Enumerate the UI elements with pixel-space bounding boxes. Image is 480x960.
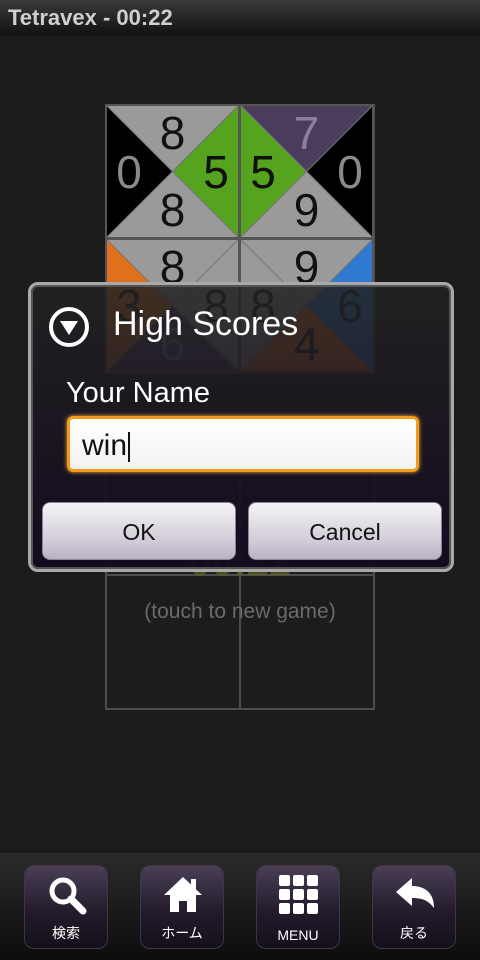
home-button[interactable]: ホーム: [140, 865, 224, 949]
ok-button[interactable]: OK: [42, 502, 236, 560]
text-cursor: [128, 432, 131, 463]
menu-label: MENU: [277, 927, 319, 943]
menu-button[interactable]: MENU: [256, 865, 340, 949]
grid-cell[interactable]: [105, 574, 241, 710]
tile-number-right: 0: [337, 145, 363, 198]
new-game-hint[interactable]: (touch to new game): [105, 600, 375, 624]
tile-number-left: 0: [116, 145, 142, 198]
name-input-value: win: [82, 429, 128, 462]
back-label: 戻る: [400, 925, 428, 941]
back-arrow-icon: [396, 878, 434, 908]
tile[interactable]: 7 95 0: [239, 104, 374, 239]
search-icon: [49, 877, 87, 915]
grid-menu-icon: [279, 875, 318, 914]
back-button[interactable]: 戻る: [372, 865, 456, 949]
name-label: Your Name: [66, 377, 211, 409]
name-input[interactable]: win: [67, 416, 419, 472]
tile-number-bottom: 8: [159, 184, 186, 236]
bottom-nav-bar: 検索 ホーム MENU 戻る: [0, 853, 480, 960]
arrow-down-circle-icon: [49, 307, 89, 347]
cancel-button[interactable]: Cancel: [248, 502, 442, 560]
grid-cell[interactable]: [239, 574, 375, 710]
search-label: 検索: [52, 925, 80, 941]
tile-number-left: 5: [250, 145, 276, 198]
tile-number-right: 5: [203, 145, 229, 198]
tile-number-top: 8: [159, 107, 186, 159]
home-label: ホーム: [161, 925, 203, 941]
home-icon: [164, 877, 202, 912]
high-scores-dialog: High Scores Your Name win OK Cancel: [28, 282, 454, 572]
tile-number-bottom: 9: [293, 184, 320, 236]
search-button[interactable]: 検索: [24, 865, 108, 949]
window-title: Tetravex - 00:22: [8, 5, 173, 30]
dialog-header: High Scores: [31, 285, 451, 375]
title-bar: Tetravex - 00:22: [0, 0, 480, 36]
tile[interactable]: 8 80 5: [105, 104, 240, 239]
dialog-title: High Scores: [113, 305, 299, 343]
tile-number-top: 7: [293, 107, 320, 159]
